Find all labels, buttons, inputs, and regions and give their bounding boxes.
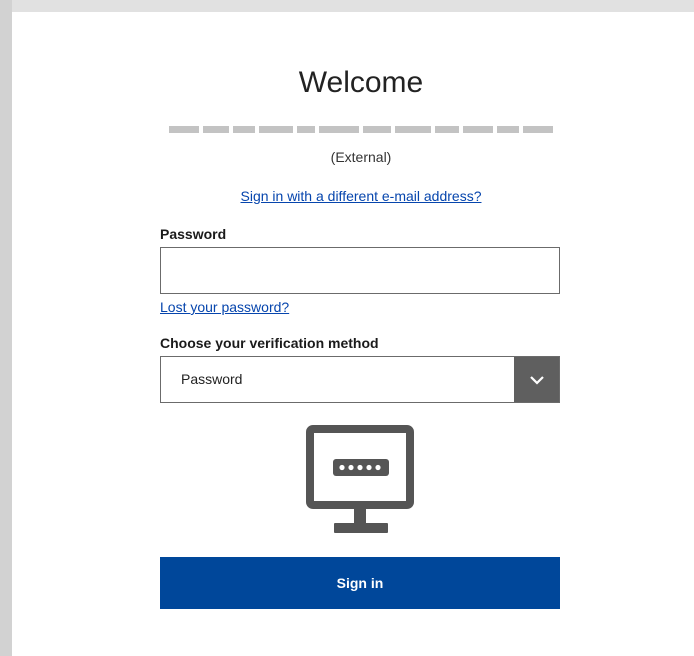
- sign-in-button[interactable]: Sign in: [160, 557, 560, 609]
- window-top-border: [0, 0, 694, 12]
- password-label: Password: [160, 226, 227, 242]
- verification-method-label: Choose your verification method: [160, 335, 379, 351]
- verification-method-select[interactable]: Password: [160, 356, 560, 403]
- monitor-password-icon: [306, 425, 416, 542]
- redacted-email: [169, 124, 553, 135]
- chevron-down-icon: [529, 375, 544, 385]
- lost-password-link[interactable]: Lost your password?: [160, 299, 289, 315]
- password-input[interactable]: [160, 247, 560, 294]
- page-title: Welcome: [298, 66, 424, 99]
- different-email-link[interactable]: Sign in with a different e-mail address?: [0, 188, 694, 204]
- dropdown-button[interactable]: [514, 357, 559, 402]
- verification-method-value: Password: [181, 371, 243, 387]
- account-type-label: (External): [330, 149, 392, 165]
